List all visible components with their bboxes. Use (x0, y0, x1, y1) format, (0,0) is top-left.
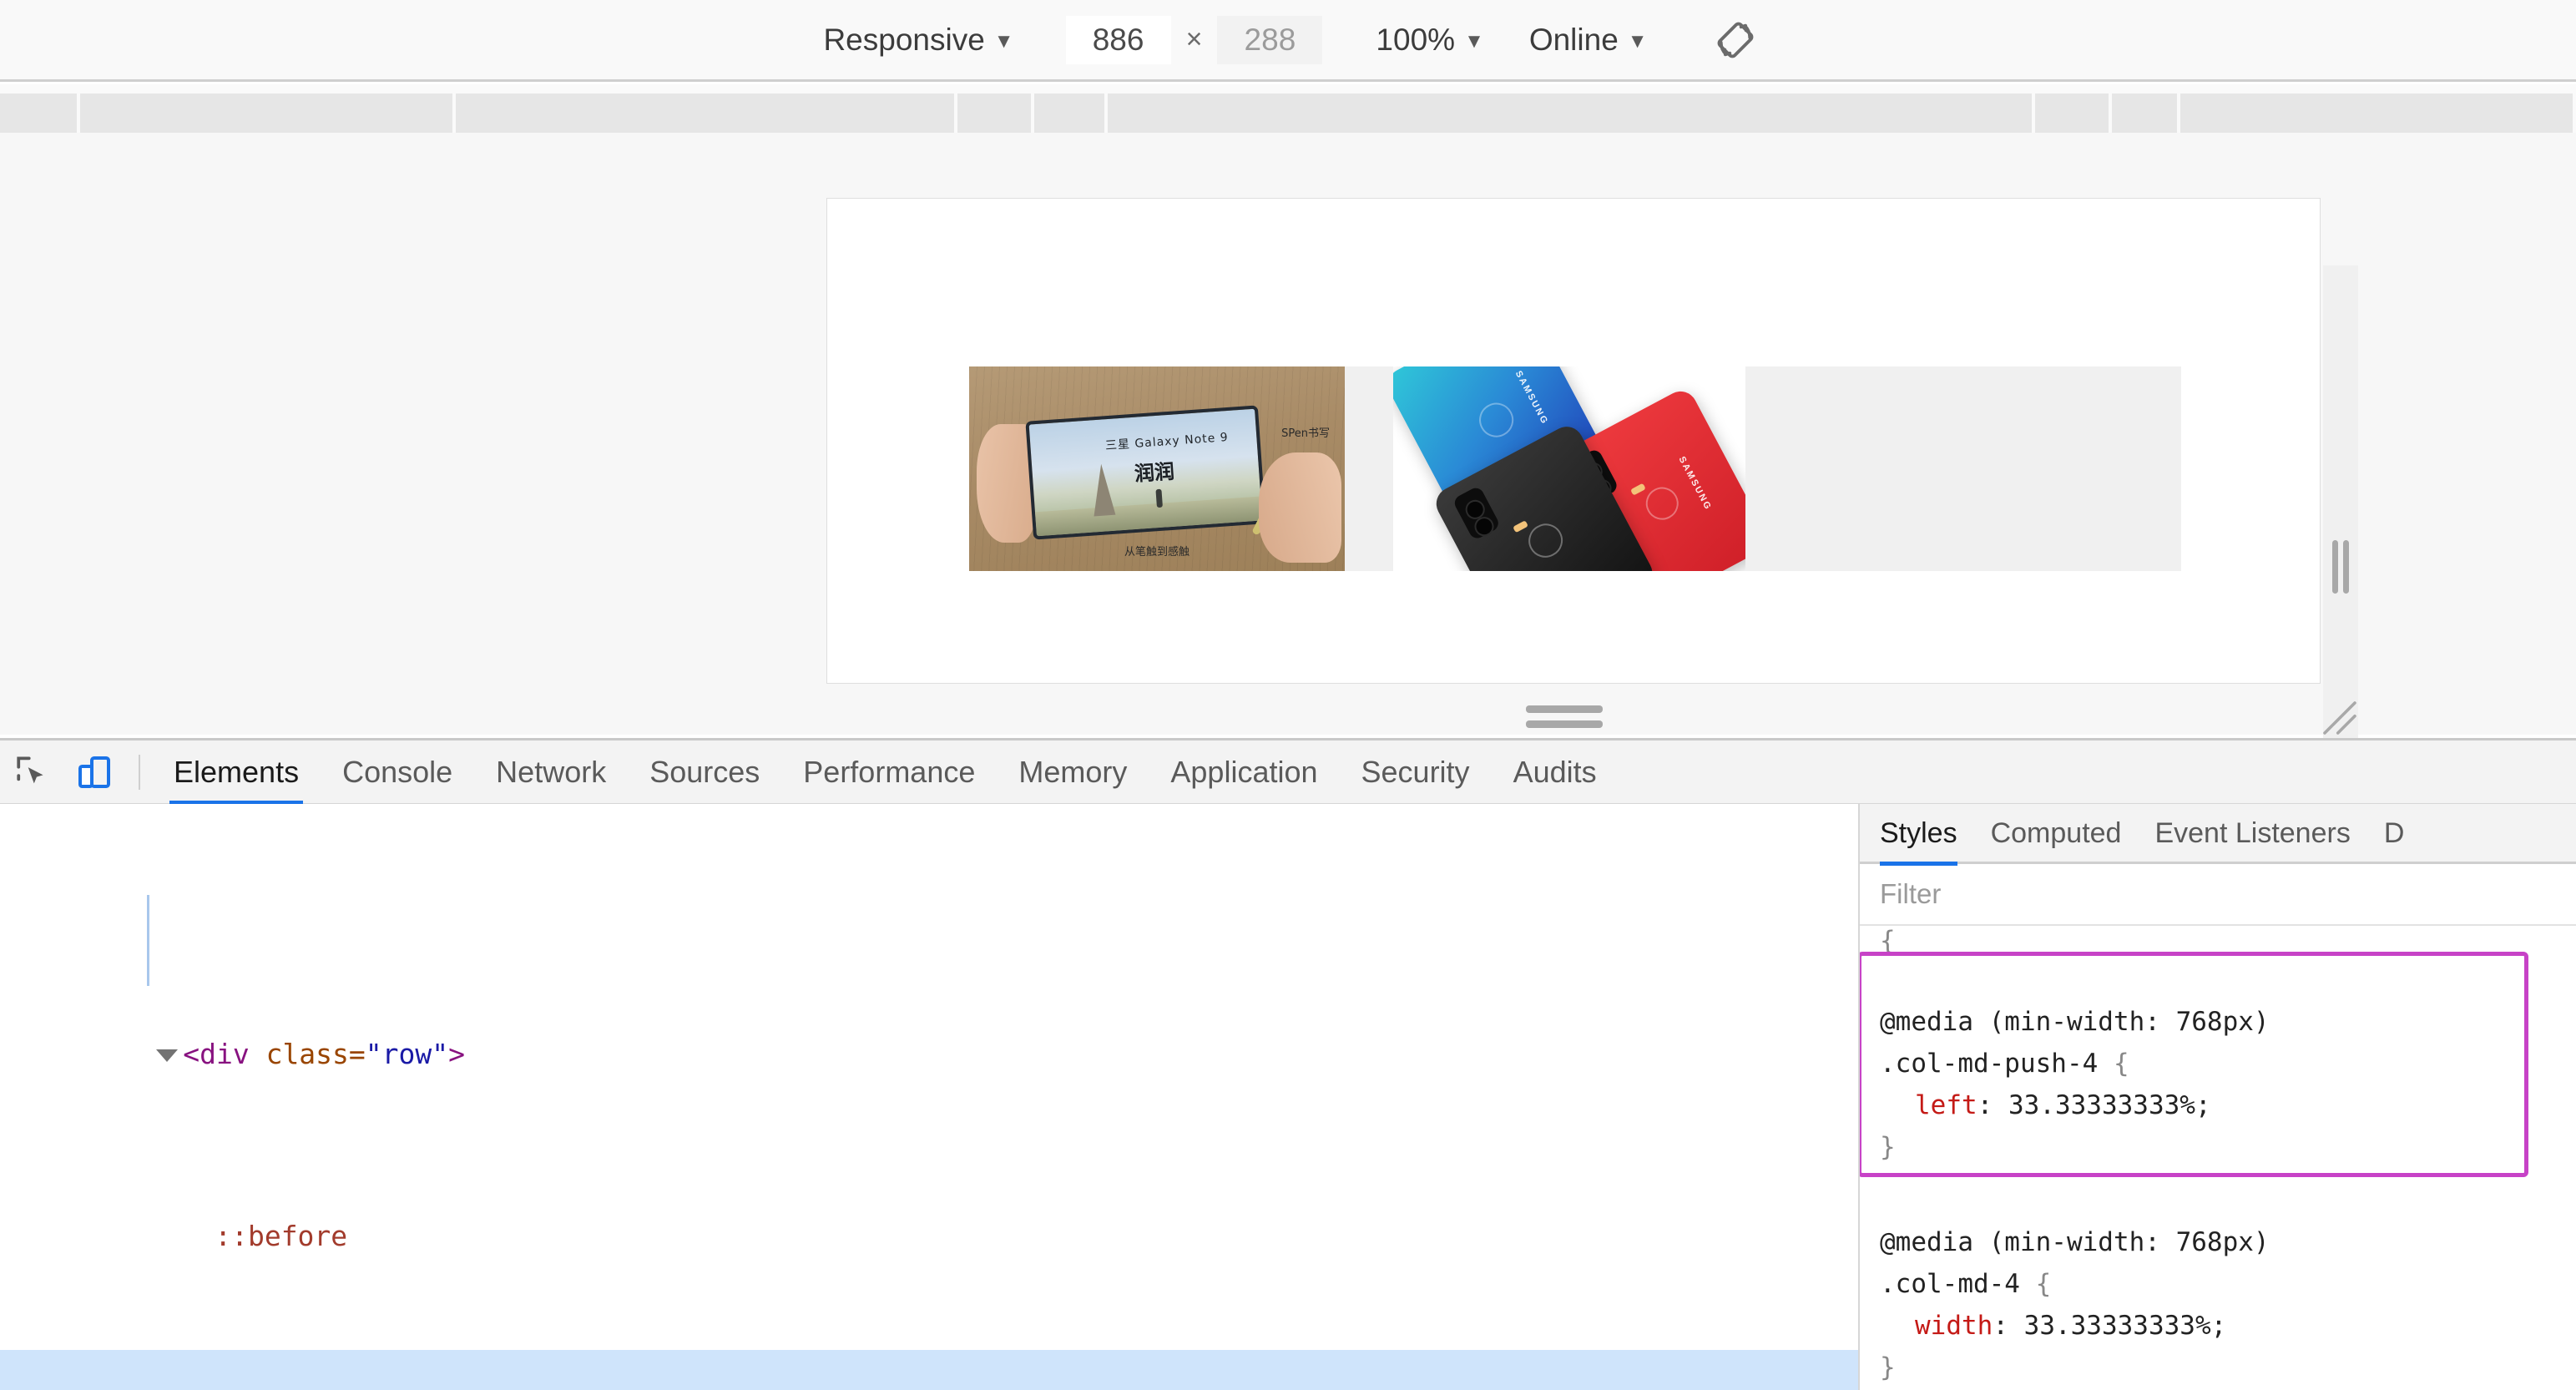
screen-big-cn-text: 润润 (1134, 460, 1175, 487)
samsung-logo: SAMSUNG (1513, 369, 1551, 427)
chevron-down-icon: ▼ (1464, 29, 1484, 53)
inspect-element-icon (17, 756, 43, 783)
media-query-bar[interactable] (456, 94, 954, 133)
tree-guide-line (147, 895, 149, 986)
styles-sidebar: Styles Computed Event Listeners D Filter… (1858, 804, 2576, 1390)
expand-triangle-icon[interactable] (156, 1049, 179, 1062)
screen-model-text: Galaxy Note 9 (1134, 431, 1230, 452)
banner-row: 三星 Galaxy Note 9 润润 SPen书写 从笔触到感触 SAMSUN… (969, 366, 2181, 571)
media-query-text: @media (min-width: 768px) (1880, 1007, 2270, 1037)
styles-filter-input[interactable]: Filter (1860, 864, 2576, 926)
resize-handle-bottom[interactable] (1526, 701, 1603, 731)
tab-application[interactable]: Application (1149, 740, 1339, 804)
tab-computed[interactable]: Computed (1974, 804, 2139, 863)
chevron-down-icon: ▼ (993, 29, 1014, 53)
device-preset-label: Responsive (823, 22, 985, 57)
dom-node-row[interactable]: ::before (0, 1168, 1858, 1252)
emulated-viewport[interactable]: 三星 Galaxy Note 9 润润 SPen书写 从笔触到感触 SAMSUN… (826, 198, 2321, 684)
media-query-bar[interactable] (2035, 94, 2109, 133)
devtools-panel: Elements Console Network Sources Perform… (0, 738, 2576, 1390)
media-query-bar[interactable] (1107, 94, 2033, 133)
viewport-height-input[interactable]: 288 (1217, 15, 1323, 64)
toggle-device-toolbar-button[interactable] (68, 746, 120, 798)
galaxy-phones-photo: SAMSUNG SAMSUNG (1393, 366, 1745, 571)
dom-node-row-selected[interactable]: <div class="col-md-4 col-md-push-4"> == … (0, 1350, 1858, 1390)
camera-module (1452, 485, 1502, 541)
css-selector[interactable]: .col-md-push-4 (1880, 1049, 2098, 1079)
tab-console[interactable]: Console (321, 740, 474, 804)
fingerprint-sensor (1523, 518, 1569, 564)
page-preview-area: 三星 Galaxy Note 9 润润 SPen书写 从笔触到感触 SAMSUN… (0, 133, 2576, 867)
media-query-ruler (0, 84, 2576, 133)
media-query-bar[interactable] (1033, 94, 1104, 133)
styles-sidebar-tabbar: Styles Computed Event Listeners D (1860, 804, 2576, 866)
truncated-rule-brace: { (1880, 926, 1896, 956)
phone-screen: 三星 Galaxy Note 9 润润 (1025, 405, 1266, 540)
tab-elements[interactable]: Elements (152, 740, 321, 804)
tab-audits[interactable]: Audits (1492, 740, 1619, 804)
device-emulation-toolbar: Responsive ▼ 886 × 288 100% ▼ Online ▼ (0, 0, 2576, 82)
css-property-name[interactable]: left (1880, 1090, 1977, 1120)
devtools-tabbar: Elements Console Network Sources Perform… (0, 740, 2576, 804)
rotate-device-button[interactable] (1710, 14, 1761, 66)
chevron-down-icon: ▼ (1627, 29, 1648, 53)
media-query-bar[interactable] (2112, 94, 2178, 133)
tab-event-listeners[interactable]: Event Listeners (2138, 804, 2366, 863)
person-silhouette (1155, 489, 1164, 508)
screen-brand-cn: 三星 (1104, 438, 1131, 454)
media-query-bar[interactable] (957, 94, 1031, 133)
zoom-label: 100% (1376, 22, 1456, 57)
css-selector[interactable]: .col-md-4 (1880, 1269, 2020, 1299)
css-rule-col-md-4[interactable]: @media (min-width: 768px) .col-md-4 { wi… (1860, 1175, 2576, 1390)
samsung-logo: SAMSUNG (1676, 454, 1714, 513)
toggle-device-toolbar-icon (78, 756, 110, 788)
css-property-value[interactable]: 33.33333333%; (2008, 1090, 2211, 1120)
dimension-separator: × (1185, 23, 1203, 55)
device-preset-dropdown[interactable]: Responsive ▼ (815, 23, 1022, 58)
cellphone-image-right[interactable]: SAMSUNG SAMSUNG (1393, 366, 1745, 571)
spen-label: SPen书写 (1281, 427, 1330, 440)
tab-memory[interactable]: Memory (997, 740, 1149, 804)
media-query-bar[interactable] (2180, 94, 2573, 133)
eiffel-tower-shape (1090, 463, 1116, 518)
resize-handle-corner[interactable] (2317, 695, 2362, 740)
rotate-device-icon (1717, 22, 1753, 58)
cellphone-image-left[interactable]: 三星 Galaxy Note 9 润润 SPen书写 从笔触到感触 (969, 366, 1345, 571)
css-rule-col-md-push-4[interactable]: @media (min-width: 768px) .col-md-push-4… (1860, 952, 2528, 1177)
network-throttle-label: Online (1528, 22, 1619, 57)
photo-caption-cn: 从笔触到感触 (1124, 546, 1190, 559)
tab-sources[interactable]: Sources (628, 740, 781, 804)
camera-flash (1629, 483, 1646, 496)
media-query-bars (0, 94, 2576, 133)
media-query-text: @media (min-width: 768px) (1880, 1227, 2270, 1257)
tab-performance[interactable]: Performance (781, 740, 997, 804)
dom-node-row[interactable]: <div class="row"> (0, 986, 1858, 1070)
media-query-bar[interactable] (79, 94, 453, 133)
dom-tree[interactable]: <div class="row"> ::before <div class="c… (0, 804, 1858, 1390)
screen-ground (1034, 496, 1263, 537)
fingerprint-sensor (1639, 481, 1685, 526)
media-query-bar[interactable] (0, 94, 77, 133)
css-property-name[interactable]: width (1880, 1311, 1993, 1341)
css-property-value[interactable]: 33.33333333%; (2024, 1311, 2227, 1341)
galaxy-note9-photo: 三星 Galaxy Note 9 润润 SPen书写 从笔触到感触 (969, 366, 1345, 571)
tab-security[interactable]: Security (1340, 740, 1492, 804)
pseudo-before: ::before (215, 1219, 348, 1252)
zoom-dropdown[interactable]: 100% ▼ (1367, 23, 1492, 58)
network-throttle-dropdown[interactable]: Online ▼ (1521, 23, 1656, 58)
viewport-width-input[interactable]: 886 (1065, 15, 1171, 64)
inspect-element-button[interactable] (8, 746, 60, 798)
tab-dom-breakpoints[interactable]: D (2367, 804, 2422, 863)
tab-styles[interactable]: Styles (1860, 804, 1974, 866)
tab-network[interactable]: Network (474, 740, 628, 804)
hand-right (1258, 452, 1341, 564)
toolbar-divider (139, 754, 140, 790)
fingerprint-sensor (1473, 397, 1520, 443)
camera-flash (1513, 519, 1529, 533)
